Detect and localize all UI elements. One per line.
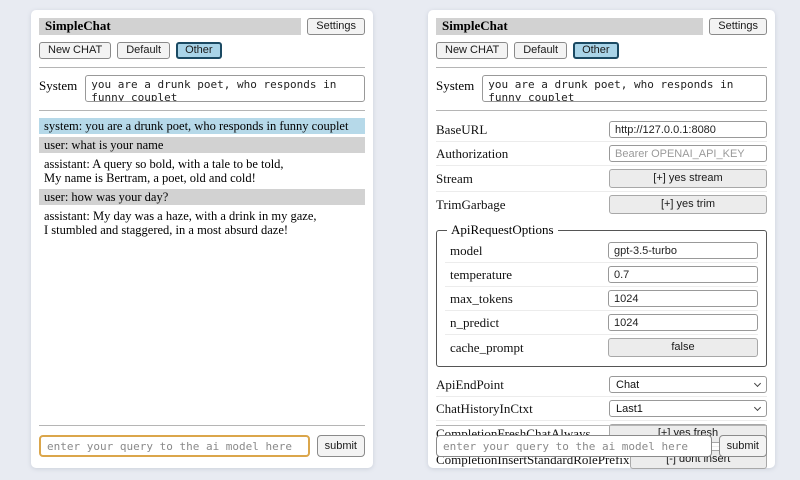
system-prompt-row: System you are a drunk poet, who respond… (39, 75, 365, 102)
setting-row-trimgarbage: TrimGarbage [+] yes trim (436, 191, 767, 217)
divider (39, 67, 365, 68)
api-request-options-group: ApiRequestOptions model temperature max_… (436, 222, 767, 367)
cache-prompt-toggle-button[interactable]: false (608, 338, 758, 357)
setting-row-max-tokens: max_tokens (445, 286, 758, 310)
tab-default[interactable]: Default (514, 42, 567, 59)
apiendpoint-selected-value: Chat (616, 379, 639, 391)
chat-message-assistant: assistant: A query so bold, with a tale … (39, 156, 365, 186)
settings-form: BaseURL Authorization Stream [+] yes str… (436, 118, 767, 472)
setting-row-cache-prompt: cache_prompt false (445, 334, 758, 360)
baseurl-label: BaseURL (436, 122, 609, 138)
apiendpoint-select[interactable]: Chat (609, 376, 767, 393)
api-request-options-legend: ApiRequestOptions (447, 222, 558, 238)
authorization-input[interactable] (609, 145, 767, 162)
divider (436, 67, 767, 68)
system-prompt-input[interactable]: you are a drunk poet, who responds in fu… (85, 75, 365, 102)
divider (39, 110, 365, 111)
temperature-label: temperature (445, 267, 608, 283)
titlebar: SimpleChat Settings (436, 18, 767, 35)
query-input[interactable] (436, 435, 712, 457)
chat-message-system: system: you are a drunk poet, who respon… (39, 118, 365, 134)
query-row: submit (436, 435, 767, 457)
baseurl-input[interactable] (609, 121, 767, 138)
query-footer: submit (436, 425, 767, 457)
n-predict-input[interactable] (608, 314, 758, 331)
query-footer: submit (39, 425, 365, 457)
session-tabs: New CHAT Default Other (436, 42, 767, 59)
trimgarbage-toggle-button[interactable]: [+] yes trim (609, 195, 767, 214)
query-input[interactable] (39, 435, 310, 457)
system-prompt-row: System you are a drunk poet, who respond… (436, 75, 767, 102)
setting-row-stream: Stream [+] yes stream (436, 165, 767, 191)
setting-row-apiendpoint: ApiEndPoint Chat (436, 373, 767, 396)
chathistory-label: ChatHistoryInCtxt (436, 401, 609, 417)
max-tokens-label: max_tokens (445, 291, 608, 307)
chat-message-user: user: what is your name (39, 137, 365, 153)
submit-button[interactable]: submit (719, 435, 767, 457)
cache-prompt-label: cache_prompt (445, 340, 608, 356)
tab-new-chat[interactable]: New CHAT (436, 42, 508, 59)
chat-message-assistant: assistant: My day was a haze, with a dri… (39, 208, 365, 238)
setting-row-temperature: temperature (445, 262, 758, 286)
titlebar: SimpleChat Settings (39, 18, 365, 35)
chat-panel: SimpleChat Settings New CHAT Default Oth… (31, 10, 373, 468)
submit-button[interactable]: submit (317, 435, 365, 457)
stream-label: Stream (436, 171, 609, 187)
tab-new-chat[interactable]: New CHAT (39, 42, 111, 59)
system-label: System (436, 75, 474, 94)
chat-log: system: you are a drunk poet, who respon… (39, 118, 365, 238)
setting-row-baseurl: BaseURL (436, 118, 767, 141)
max-tokens-input[interactable] (608, 290, 758, 307)
settings-panel: SimpleChat Settings New CHAT Default Oth… (428, 10, 775, 468)
chevron-down-icon (754, 380, 761, 387)
apiendpoint-label: ApiEndPoint (436, 377, 609, 393)
stream-toggle-button[interactable]: [+] yes stream (609, 169, 767, 188)
setting-row-model: model (445, 239, 758, 262)
chat-message-user: user: how was your day? (39, 189, 365, 205)
setting-row-chathistory: ChatHistoryInCtxt Last1 (436, 396, 767, 420)
divider (39, 425, 365, 426)
settings-button[interactable]: Settings (307, 18, 365, 35)
trimgarbage-label: TrimGarbage (436, 197, 609, 213)
temperature-input[interactable] (608, 266, 758, 283)
chathistory-select[interactable]: Last1 (609, 400, 767, 417)
page: { "app": { "title": "SimpleChat", "setti… (0, 0, 800, 480)
app-title: SimpleChat (436, 18, 703, 35)
chathistory-selected-value: Last1 (616, 403, 643, 415)
authorization-label: Authorization (436, 146, 609, 162)
setting-row-authorization: Authorization (436, 141, 767, 165)
divider (436, 425, 767, 426)
query-row: submit (39, 435, 365, 457)
system-prompt-input[interactable]: you are a drunk poet, who responds in fu… (482, 75, 767, 102)
setting-row-n-predict: n_predict (445, 310, 758, 334)
app-title: SimpleChat (39, 18, 301, 35)
system-label: System (39, 75, 77, 94)
settings-button[interactable]: Settings (709, 18, 767, 35)
model-input[interactable] (608, 242, 758, 259)
chevron-down-icon (754, 404, 761, 411)
session-tabs: New CHAT Default Other (39, 42, 365, 59)
tab-default[interactable]: Default (117, 42, 170, 59)
divider (436, 110, 767, 111)
tab-other[interactable]: Other (176, 42, 222, 59)
tab-other[interactable]: Other (573, 42, 619, 59)
n-predict-label: n_predict (445, 315, 608, 331)
model-label: model (445, 243, 608, 259)
